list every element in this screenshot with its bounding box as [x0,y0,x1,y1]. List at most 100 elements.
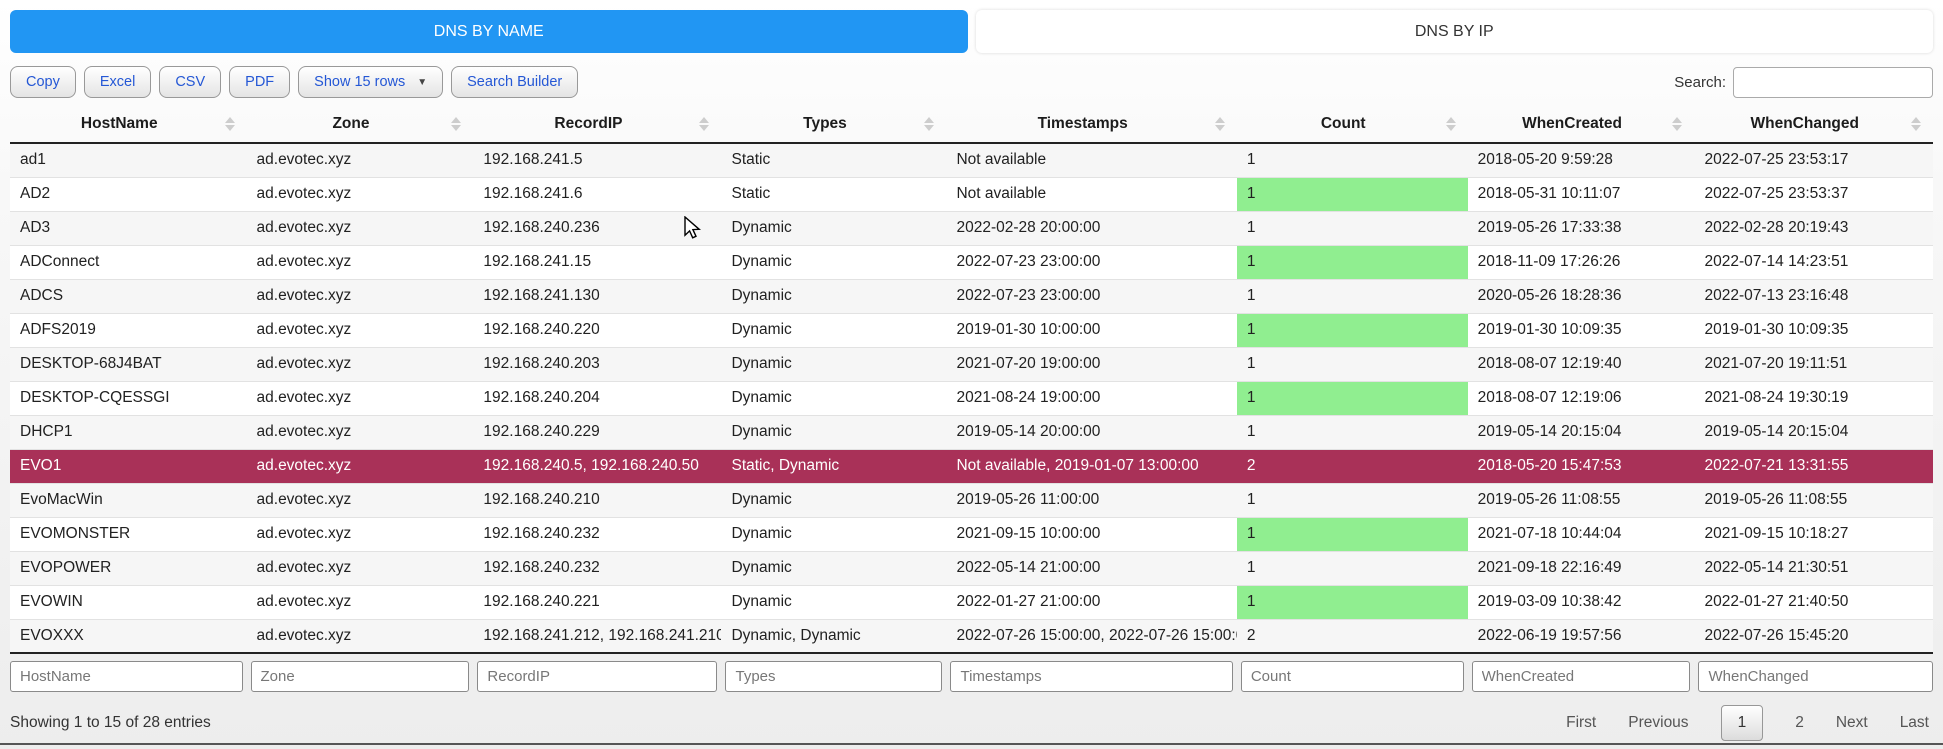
csv-button[interactable]: CSV [159,66,221,98]
cell-timestamps: 2022-05-14 21:00:00 [946,551,1236,585]
filter-input-count[interactable] [1241,661,1464,692]
column-header-whenchanged[interactable]: WhenChanged [1694,105,1933,143]
cell-whenchanged: 2022-07-25 23:53:17 [1694,143,1933,177]
cell-recordip: 192.168.240.232 [473,517,721,551]
cell-recordip: 192.168.241.6 [473,177,721,211]
cell-recordip: 192.168.240.229 [473,415,721,449]
cell-recordip: 192.168.240.236 [473,211,721,245]
cell-types: Dynamic [721,211,946,245]
column-header-label: RecordIP [554,115,622,132]
export-button-group: Copy Excel CSV PDF Show 15 rows▼ Search … [10,66,578,98]
cell-zone: ad.evotec.xyz [247,177,474,211]
tab-dns-by-name[interactable]: DNS BY NAME [10,10,968,53]
cell-zone: ad.evotec.xyz [247,415,474,449]
cell-timestamps: 2019-01-30 10:00:00 [946,313,1236,347]
sort-icon [451,117,461,131]
filter-input-timestamps[interactable] [950,661,1232,692]
cell-hostname: DHCP1 [10,415,247,449]
copy-button[interactable]: Copy [10,66,76,98]
pagination: First Previous 1 2 Next Last [1566,705,1929,741]
column-header-timestamps[interactable]: Timestamps [946,105,1236,143]
column-header-whencreated[interactable]: WhenCreated [1468,105,1695,143]
cell-recordip: 192.168.240.5, 192.168.240.50 [473,449,721,483]
column-header-types[interactable]: Types [721,105,946,143]
cell-recordip: 192.168.240.220 [473,313,721,347]
cell-types: Dynamic [721,551,946,585]
table-row[interactable]: DESKTOP-CQESSGIad.evotec.xyz192.168.240.… [10,381,1933,415]
pdf-button[interactable]: PDF [229,66,290,98]
pagination-page-2[interactable]: 2 [1795,714,1804,732]
pagination-page-1[interactable]: 1 [1721,705,1764,741]
filter-input-whenchanged[interactable] [1698,661,1933,692]
cell-recordip: 192.168.241.15 [473,245,721,279]
table-row[interactable]: EVOXXXad.evotec.xyz192.168.241.212, 192.… [10,619,1933,653]
filter-input-recordip[interactable] [477,661,717,692]
cell-whenchanged: 2022-05-14 21:30:51 [1694,551,1933,585]
column-header-hostname[interactable]: HostName [10,105,247,143]
cell-zone: ad.evotec.xyz [247,279,474,313]
cell-zone: ad.evotec.xyz [247,585,474,619]
filter-input-zone[interactable] [251,661,470,692]
cell-timestamps: 2022-07-26 15:00:00, 2022-07-26 15:00:00 [946,619,1236,653]
pagination-first[interactable]: First [1566,714,1596,732]
cell-whencreated: 2019-05-26 11:08:55 [1468,483,1695,517]
cell-count: 1 [1237,483,1468,517]
cell-recordip: 192.168.240.221 [473,585,721,619]
cell-timestamps: 2022-02-28 20:00:00 [946,211,1236,245]
table-row[interactable]: AD2ad.evotec.xyz192.168.241.6StaticNot a… [10,177,1933,211]
filter-input-types[interactable] [725,661,942,692]
cell-timestamps: Not available, 2019-01-07 13:00:00 [946,449,1236,483]
cell-timestamps: 2021-08-24 19:00:00 [946,381,1236,415]
table-row[interactable]: ADCSad.evotec.xyz192.168.241.130Dynamic2… [10,279,1933,313]
filter-row [10,653,1933,695]
tab-dns-by-ip[interactable]: DNS BY IP [976,10,1934,53]
cell-recordip: 192.168.241.5 [473,143,721,177]
cell-recordip: 192.168.240.232 [473,551,721,585]
search-label: Search: [1674,74,1726,91]
cell-recordip: 192.168.241.130 [473,279,721,313]
sort-icon [1911,117,1921,131]
cell-types: Dynamic [721,313,946,347]
cell-whenchanged: 2019-05-26 11:08:55 [1694,483,1933,517]
table-row[interactable]: EVOPOWERad.evotec.xyz192.168.240.232Dyna… [10,551,1933,585]
cell-whenchanged: 2019-05-14 20:15:04 [1694,415,1933,449]
table-row[interactable]: DESKTOP-68J4BATad.evotec.xyz192.168.240.… [10,347,1933,381]
table-row[interactable]: AD3ad.evotec.xyz192.168.240.236Dynamic20… [10,211,1933,245]
cell-count: 2 [1237,619,1468,653]
cell-types: Dynamic [721,347,946,381]
cell-types: Static, Dynamic [721,449,946,483]
table-row[interactable]: ADFS2019ad.evotec.xyz192.168.240.220Dyna… [10,313,1933,347]
cell-whencreated: 2019-05-14 20:15:04 [1468,415,1695,449]
excel-button[interactable]: Excel [84,66,151,98]
search-builder-button[interactable]: Search Builder [451,66,578,98]
pagination-next[interactable]: Next [1836,714,1868,732]
search-input[interactable] [1733,67,1933,98]
table-row[interactable]: EVO1ad.evotec.xyz192.168.240.5, 192.168.… [10,449,1933,483]
table-row[interactable]: EVOWINad.evotec.xyz192.168.240.221Dynami… [10,585,1933,619]
cell-timestamps: 2019-05-14 20:00:00 [946,415,1236,449]
table-row[interactable]: ADConnectad.evotec.xyz192.168.241.15Dyna… [10,245,1933,279]
cell-timestamps: 2022-01-27 21:00:00 [946,585,1236,619]
table-row[interactable]: DHCP1ad.evotec.xyz192.168.240.229Dynamic… [10,415,1933,449]
cell-types: Dynamic, Dynamic [721,619,946,653]
table-row[interactable]: EvoMacWinad.evotec.xyz192.168.240.210Dyn… [10,483,1933,517]
cell-types: Static [721,143,946,177]
column-header-label: WhenChanged [1750,115,1859,132]
cell-whenchanged: 2022-07-21 13:31:55 [1694,449,1933,483]
pagination-previous[interactable]: Previous [1628,714,1688,732]
cell-hostname: ADCS [10,279,247,313]
filter-input-hostname[interactable] [10,661,243,692]
cell-count: 2 [1237,449,1468,483]
cell-hostname: EVOXXX [10,619,247,653]
pagination-last[interactable]: Last [1900,714,1929,732]
cell-types: Static [721,177,946,211]
column-header-recordip[interactable]: RecordIP [473,105,721,143]
table-row[interactable]: EVOMONSTERad.evotec.xyz192.168.240.232Dy… [10,517,1933,551]
table-row[interactable]: ad1ad.evotec.xyz192.168.241.5StaticNot a… [10,143,1933,177]
column-header-zone[interactable]: Zone [247,105,474,143]
filter-input-whencreated[interactable] [1472,661,1691,692]
column-header-count[interactable]: Count [1237,105,1468,143]
show-rows-button[interactable]: Show 15 rows▼ [298,66,443,98]
column-header-label: Types [803,115,847,132]
tab-bar: DNS BY NAME DNS BY IP [0,0,1943,53]
